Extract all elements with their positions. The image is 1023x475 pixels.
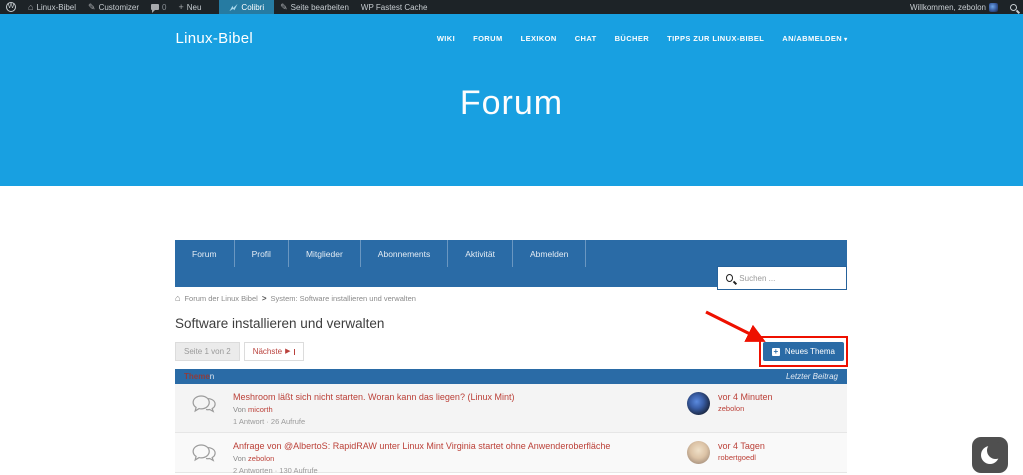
forum-tab-mitglieder[interactable]: Mitglieder [289,240,361,267]
main-nav: WIKI FORUM LEXIKON CHAT BÜCHER TIPPS ZUR… [437,34,848,43]
next-page-button[interactable]: Nächste ▶ [244,342,305,361]
moon-icon [981,446,999,464]
forum-search [717,266,847,290]
colibri-bird-icon [229,3,238,12]
column-header-letzter-beitrag: Letzter Beitrag [786,372,838,381]
new-topic-button[interactable]: + Neues Thema [763,342,844,361]
dark-mode-toggle[interactable] [972,437,1008,473]
comment-icon [151,4,159,10]
admin-avatar [989,3,998,12]
admin-customizer-link[interactable]: ✎ Customizer [82,0,145,14]
nav-item-buecher[interactable]: BÜCHER [615,34,649,43]
forum-tab-forum[interactable]: Forum [175,240,235,267]
table-row: Meshroom läßt sich nicht starten. Woran … [175,384,847,433]
wp-admin-bar: W ⌂ Linux-Bibel ✎ Customizer 0 + Neu Col… [0,0,1023,14]
topic-author-link[interactable]: zebolon [248,454,274,463]
pencil-icon: ✎ [280,3,288,12]
forum-nav-bar: Forum Profil Mitglieder Abonnements Akti… [175,240,847,287]
plus-icon: + [178,3,183,12]
topic-stats: 1 Antwort · 26 Aufrufe [233,417,679,426]
table-row: Anfrage von @AlbertoS: RapidRAW unter Li… [175,433,847,473]
admin-site-name: Linux-Bibel [36,3,76,12]
topics-table: Themen Letzter Beitrag Meshroom läßt sic… [175,369,847,473]
avatar[interactable] [687,392,710,415]
home-icon: ⌂ [175,293,180,303]
nav-item-tipps[interactable]: TIPPS ZUR LINUX-BIBEL [667,34,764,43]
page-title: Forum [0,84,1023,123]
admin-colibri-link[interactable]: Colibri [219,0,274,14]
admin-site-link[interactable]: ⌂ Linux-Bibel [22,0,82,14]
skip-forward-bar [294,349,296,355]
breadcrumb-current: System: Software installieren und verwal… [270,294,416,303]
page-info: Seite 1 von 2 [175,342,240,361]
pencil-icon: ✎ [88,3,96,12]
admin-account-link[interactable]: Willkommen, zebolon [904,0,1004,14]
welcome-text: Willkommen, zebolon [910,3,986,12]
home-icon: ⌂ [28,3,33,12]
search-input[interactable] [739,274,838,283]
forum-tab-abmelden[interactable]: Abmelden [513,240,586,267]
nav-item-forum[interactable]: FORUM [473,34,503,43]
last-post-time-link[interactable]: vor 4 Tagen [718,441,765,451]
site-logo[interactable]: Linux-Bibel [176,30,254,47]
admin-search-button[interactable] [1004,0,1023,14]
breadcrumb-root-link[interactable]: Forum der Linux Bibel [184,294,257,303]
topic-title-link[interactable]: Anfrage von @AlbertoS: RapidRAW unter Li… [233,440,679,452]
nav-item-wiki[interactable]: WIKI [437,34,455,43]
plus-icon: + [772,348,780,356]
admin-cache-link[interactable]: WP Fastest Cache [355,0,434,14]
chevron-down-icon: ▾ [844,37,847,43]
comments-count: 0 [162,3,166,12]
admin-comments-link[interactable]: 0 [145,0,172,14]
comments-icon [192,395,217,413]
content-area: Forum Profil Mitglieder Abonnements Akti… [175,240,847,473]
nav-item-lexikon[interactable]: LEXIKON [521,34,557,43]
topic-author-link[interactable]: micorth [248,405,273,414]
skip-forward-icon: ▶ [285,348,290,355]
wordpress-icon: W [6,2,16,12]
last-post-author-link[interactable]: zebolon [718,404,773,413]
column-header-themen: Themen [184,372,214,381]
search-icon [1010,4,1017,11]
nav-item-anabmelden[interactable]: AN/ABMELDEN▾ [782,34,847,43]
forum-tab-profil[interactable]: Profil [235,240,289,267]
topic-title-link[interactable]: Meshroom läßt sich nicht starten. Woran … [233,391,679,403]
chevron-right-icon: > [262,294,267,303]
pagination: Seite 1 von 2 Nächste ▶ [175,342,304,361]
breadcrumb: ⌂ Forum der Linux Bibel > System: Softwa… [175,293,847,303]
search-icon [726,274,733,282]
topic-stats: 2 Antworten · 130 Aufrufe [233,466,679,475]
forum-tab-aktivitaet[interactable]: Aktivität [448,240,513,267]
find-highlight: Theme [184,372,210,381]
admin-edit-page-link[interactable]: ✎ Seite bearbeiten [274,0,355,14]
nav-item-chat[interactable]: CHAT [575,34,597,43]
last-post-time-link[interactable]: vor 4 Minuten [718,392,773,402]
table-header: Themen Letzter Beitrag [175,369,847,384]
forum-tab-abonnements[interactable]: Abonnements [361,240,448,267]
admin-new-link[interactable]: + Neu [172,0,207,14]
wp-logo-menu[interactable]: W [0,0,22,14]
section-heading: Software installieren und verwalten [175,316,847,331]
site-header: Linux-Bibel WIKI FORUM LEXIKON CHAT BÜCH… [0,14,1023,186]
comments-icon [192,444,217,462]
